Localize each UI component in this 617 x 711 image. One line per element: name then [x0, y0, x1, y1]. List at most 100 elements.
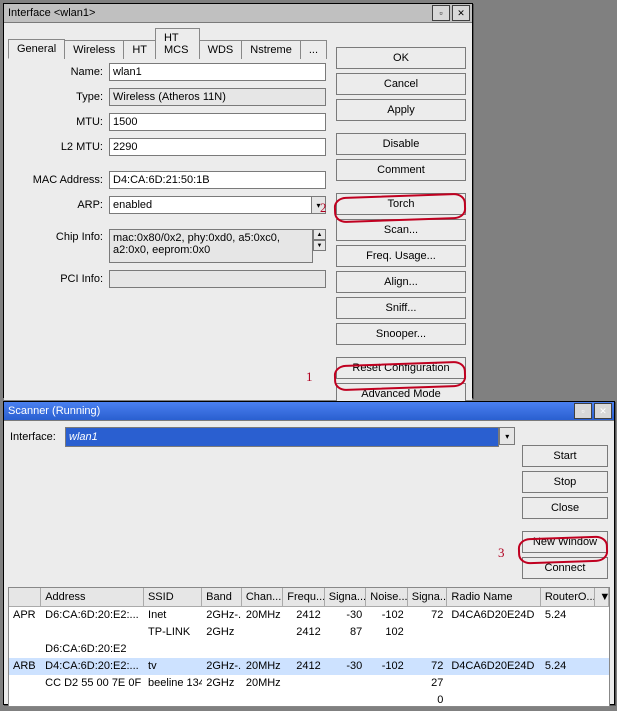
cell: 20MHz	[242, 658, 283, 675]
grid-col-header[interactable]: RouterO...	[541, 588, 595, 606]
tab-wds[interactable]: WDS	[199, 40, 243, 59]
minimize-icon[interactable]: ▫	[574, 403, 592, 419]
cell: 2412	[283, 607, 324, 624]
titlebar[interactable]: Scanner (Running) ▫ ✕	[4, 402, 614, 421]
stop-button[interactable]: Stop	[522, 471, 608, 493]
cell: 2GHz-...	[202, 607, 242, 624]
grid-col-header[interactable]: Radio Name	[447, 588, 540, 606]
grid-col-header[interactable]: Signa...	[325, 588, 366, 606]
cell: D4CA6D20E24D	[447, 658, 541, 675]
cell	[325, 641, 366, 658]
cell: 5.24	[541, 658, 596, 675]
align-button[interactable]: Align...	[336, 271, 466, 293]
grid-col-header[interactable]: Address	[41, 588, 144, 606]
grid-col-header[interactable]: Frequ...	[283, 588, 324, 606]
grid-col-header[interactable]: ▼	[595, 588, 609, 606]
cell	[595, 675, 609, 692]
cell	[595, 607, 609, 624]
dropdown-icon[interactable]: ▾	[499, 427, 515, 445]
cell: APR	[9, 607, 41, 624]
cell: 5.24	[541, 607, 596, 624]
tab-general[interactable]: General	[8, 39, 65, 59]
torch-button[interactable]: Torch	[336, 193, 466, 215]
apply-button[interactable]: Apply	[336, 99, 466, 121]
cell	[144, 692, 202, 707]
spin-down-icon[interactable]: ▼	[313, 240, 326, 251]
cell	[144, 641, 202, 658]
titlebar[interactable]: Interface <wlan1> ▫ ✕	[4, 4, 472, 23]
sniff-button[interactable]: Sniff...	[336, 297, 466, 319]
grid-body[interactable]: APRD6:CA:6D:20:E2:...Inet2GHz-...20MHz24…	[9, 607, 609, 707]
mac-input[interactable]	[109, 171, 326, 189]
interface-window: Interface <wlan1> ▫ ✕ General Wireless H…	[3, 3, 473, 398]
close-icon[interactable]: ✕	[452, 5, 470, 21]
new-window-button[interactable]: New Window	[522, 531, 608, 553]
close-button[interactable]: Close	[522, 497, 608, 519]
button-column: OK Cancel Apply Disable Comment Torch Sc…	[336, 47, 466, 409]
cell: -102	[366, 658, 407, 675]
interface-select[interactable]	[65, 427, 499, 447]
tab-wireless[interactable]: Wireless	[64, 40, 124, 59]
grid-header[interactable]: AddressSSIDBandChan...Frequ...Signa...No…	[9, 588, 609, 607]
grid-col-header[interactable]: Noise...	[366, 588, 407, 606]
cell	[325, 692, 366, 707]
cell	[447, 692, 541, 707]
comment-button[interactable]: Comment	[336, 159, 466, 181]
freq-usage-button[interactable]: Freq. Usage...	[336, 245, 466, 267]
dropdown-icon[interactable]: ▾	[311, 196, 326, 214]
l2mtu-input[interactable]	[109, 138, 326, 156]
scan-results-grid[interactable]: AddressSSIDBandChan...Frequ...Signa...No…	[8, 587, 610, 707]
name-input[interactable]	[109, 63, 326, 81]
cell	[366, 675, 407, 692]
cell: 72	[408, 658, 448, 675]
grid-col-header[interactable]: Chan...	[242, 588, 283, 606]
scan-button[interactable]: Scan...	[336, 219, 466, 241]
table-row[interactable]: APRD6:CA:6D:20:E2:...Inet2GHz-...20MHz24…	[9, 607, 609, 624]
grid-col-header[interactable]: Band	[202, 588, 242, 606]
cell	[595, 658, 609, 675]
cell	[9, 692, 41, 707]
table-row[interactable]: ARBD4:CA:6D:20:E2:...tv2GHz-...20MHz2412…	[9, 658, 609, 675]
snooper-button[interactable]: Snooper...	[336, 323, 466, 345]
cell: CC D2 55 00 7E 0F	[41, 675, 144, 692]
minimize-icon[interactable]: ▫	[432, 5, 450, 21]
label-type: Type:	[8, 91, 109, 103]
cell: Inet	[144, 607, 202, 624]
label-pci: PCI Info:	[8, 273, 109, 285]
tab-nstreme[interactable]: Nstreme	[241, 40, 301, 59]
grid-col-header[interactable]: SSID	[144, 588, 202, 606]
arp-select[interactable]	[109, 196, 311, 214]
cell: 2412	[283, 624, 324, 641]
grid-col-header[interactable]: Signa...	[408, 588, 448, 606]
cell	[541, 692, 596, 707]
disable-button[interactable]: Disable	[336, 133, 466, 155]
ok-button[interactable]: OK	[336, 47, 466, 69]
cell: 27	[408, 675, 448, 692]
cell	[242, 624, 283, 641]
grid-col-header[interactable]	[9, 588, 41, 606]
label-interface: Interface:	[10, 431, 65, 443]
table-row[interactable]: TP-LINK2GHz 241287102	[9, 624, 609, 641]
button-column: Start Stop Close New Window Connect	[522, 445, 608, 583]
cell: 20MHz	[242, 607, 283, 624]
tab-ht[interactable]: HT	[123, 40, 156, 59]
table-row[interactable]: D6:CA:6D:20:E2	[9, 641, 609, 658]
table-row[interactable]: 0	[9, 692, 609, 707]
close-icon[interactable]: ✕	[594, 403, 612, 419]
start-button[interactable]: Start	[522, 445, 608, 467]
tab-more[interactable]: ...	[300, 40, 327, 59]
table-row[interactable]: CC D2 55 00 7E 0Fbeeline 1342GHz20MHz27	[9, 675, 609, 692]
cell: 2412	[283, 658, 324, 675]
reset-config-button[interactable]: Reset Configuration	[336, 357, 466, 379]
label-name: Name:	[8, 66, 109, 78]
cell	[595, 692, 609, 707]
cell: D6:CA:6D:20:E2	[41, 641, 144, 658]
mtu-input[interactable]	[109, 113, 326, 131]
cancel-button[interactable]: Cancel	[336, 73, 466, 95]
connect-button[interactable]: Connect	[522, 557, 608, 579]
spin-up-icon[interactable]: ▲	[313, 229, 326, 240]
cell: 2GHz	[202, 675, 242, 692]
tab-htmcs[interactable]: HT MCS	[155, 28, 200, 59]
cell	[595, 641, 609, 658]
label-chip: Chip Info:	[8, 229, 109, 243]
